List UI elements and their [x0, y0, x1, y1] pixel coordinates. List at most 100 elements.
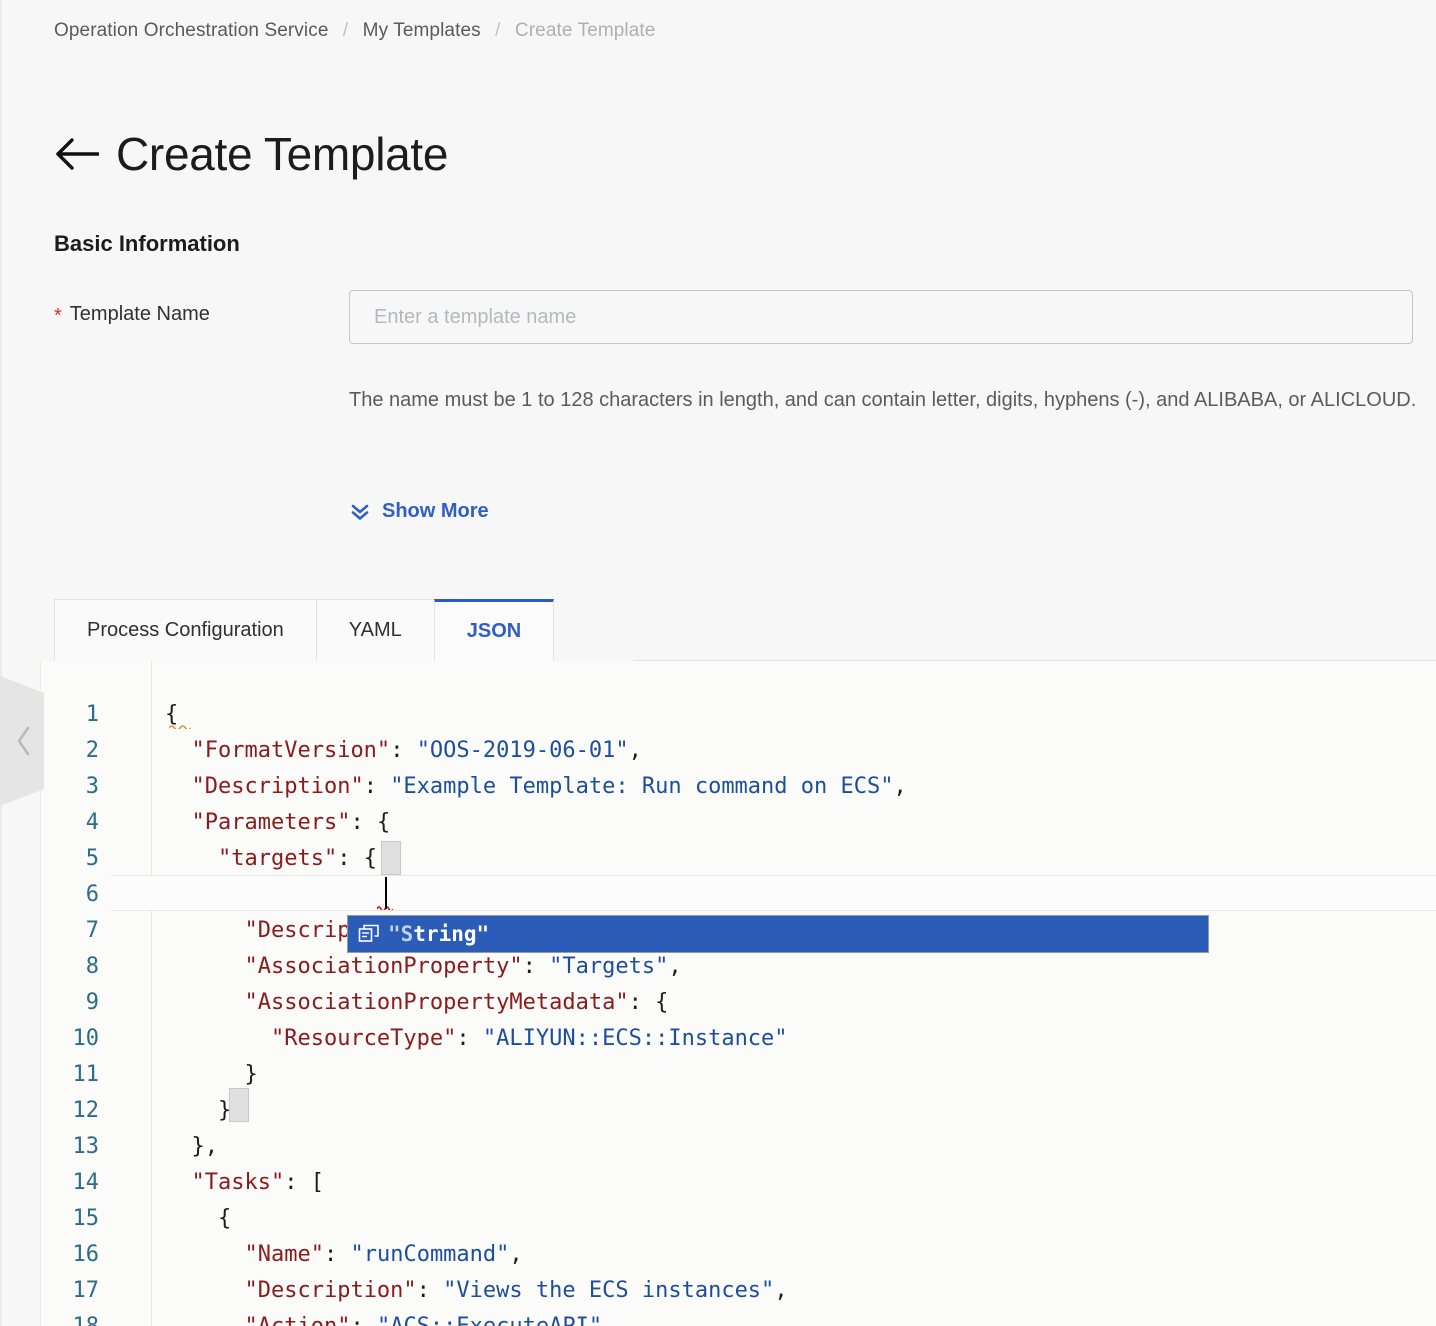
autocomplete-popup[interactable]: "String": [347, 915, 1209, 953]
current-line-highlight: [111, 875, 1436, 911]
code-token: : {: [337, 846, 377, 871]
code-token: "Views the ECS instances": [443, 1278, 775, 1303]
breadcrumb: Operation Orchestration Service / My Tem…: [54, 20, 655, 42]
code-line[interactable]: "FormatVersion": "OOS-2019-06-01",: [165, 733, 642, 769]
code-token: "Description": [244, 1278, 417, 1303]
breadcrumb-separator: /: [495, 20, 501, 41]
code-token: :: [350, 1314, 377, 1326]
breadcrumb-item-create-template: Create Template: [514, 20, 656, 41]
code-token: ,: [628, 738, 642, 763]
code-token: ,: [668, 954, 682, 979]
code-line[interactable]: {: [165, 1201, 231, 1237]
code-token: "Name": [244, 1242, 324, 1267]
code-token: "Tasks": [191, 1170, 285, 1195]
code-token: "Example Template: Run command on ECS": [390, 774, 894, 799]
code-token: "Description": [191, 774, 364, 799]
autocomplete-matched-prefix: "S: [388, 922, 414, 946]
code-line[interactable]: }: [165, 1093, 231, 1129]
tab-yaml[interactable]: YAML: [315, 599, 435, 661]
required-marker: *: [54, 305, 62, 327]
code-token: "ACS::ExecuteAPI": [377, 1314, 602, 1326]
code-line[interactable]: "AssociationPropertyMetadata": {: [165, 985, 668, 1021]
tab-label: YAML: [348, 619, 402, 641]
json-code-editor[interactable]: 123456789101112131415161718 { "FormatVer…: [40, 661, 1436, 1326]
bracket-match-close: [229, 1088, 249, 1122]
code-token: :: [323, 1242, 351, 1267]
code-line[interactable]: "Description": "Example Template: Run co…: [165, 769, 907, 805]
text-caret: [385, 877, 387, 909]
template-name-label-text: Template Name: [69, 303, 210, 325]
template-name-help-text: The name must be 1 to 128 characters in …: [349, 389, 1417, 411]
code-line[interactable]: "ResourceType": "ALIYUN::ECS::Instance": [165, 1021, 788, 1057]
warning-squiggle: [169, 725, 191, 729]
code-token: "ALIYUN::ECS::Instance": [482, 1026, 788, 1051]
page-title: Create Template: [116, 127, 449, 180]
code-token: ,: [509, 1242, 523, 1267]
code-token: "OOS-2019-06-01": [416, 738, 629, 763]
code-token: },: [165, 1134, 218, 1159]
code-line[interactable]: "targets": {: [165, 841, 377, 877]
code-token: ,: [893, 774, 907, 799]
code-token: "Targets": [549, 954, 669, 979]
tab-label: JSON: [466, 620, 522, 642]
page-left-border: [0, 0, 2, 1326]
code-line[interactable]: "AssociationProperty": "Targets",: [165, 949, 682, 985]
tab-label: Process Configuration: [87, 619, 284, 641]
code-token: "AssociationProperty": [244, 954, 523, 979]
code-line[interactable]: "Description": "Views the ECS instances"…: [165, 1273, 788, 1309]
code-token: : [: [284, 1170, 324, 1195]
code-token: "FormatVersion": [191, 738, 391, 763]
code-token: "Action": [244, 1314, 350, 1326]
editor-tab-bar: Process Configuration YAML JSON: [54, 599, 555, 661]
code-token: "ResourceType": [270, 1026, 457, 1051]
code-token: : {: [350, 810, 391, 835]
code-line[interactable]: "Parameters": {: [165, 805, 391, 841]
code-line[interactable]: "Tasks": [: [165, 1165, 324, 1201]
breadcrumb-separator: /: [342, 20, 349, 41]
chevron-left-icon: [9, 724, 35, 758]
code-token: : {: [628, 990, 669, 1015]
code-token: }: [165, 1062, 258, 1087]
code-token: "runCommand": [350, 1242, 510, 1267]
tab-bar-filler: [633, 599, 1436, 661]
code-line[interactable]: "Action": "ACS::ExecuteAPI": [165, 1309, 602, 1326]
side-panel-toggle[interactable]: [0, 676, 44, 806]
code-token: :: [390, 738, 417, 763]
autocomplete-item-label[interactable]: "String": [388, 922, 489, 946]
arrow-left-icon[interactable]: [54, 130, 100, 178]
tab-process-configuration[interactable]: Process Configuration: [54, 599, 317, 661]
code-line[interactable]: "Name": "runCommand",: [165, 1237, 523, 1273]
code-token: ,: [774, 1278, 788, 1303]
code-token: {: [165, 1206, 232, 1231]
code-token: "Parameters": [191, 810, 351, 835]
breadcrumb-item-my-templates[interactable]: My Templates: [363, 20, 481, 41]
section-title-basic-information: Basic Information: [54, 231, 240, 257]
breadcrumb-item-service[interactable]: Operation Orchestration Service: [54, 20, 329, 41]
template-name-input[interactable]: [349, 290, 1413, 344]
snippet-icon: [358, 923, 380, 945]
code-token: "targets": [217, 846, 338, 871]
code-token: "AssociationPropertyMetadata": [244, 990, 629, 1015]
tab-json[interactable]: JSON: [433, 599, 555, 661]
code-token: :: [363, 774, 391, 799]
bracket-match-open: [381, 841, 401, 875]
code-token: :: [416, 1278, 444, 1303]
show-more-button[interactable]: Show More: [349, 500, 489, 523]
code-token: :: [456, 1026, 483, 1051]
editor-code-area[interactable]: { "FormatVersion": "OOS-2019-06-01", "De…: [41, 661, 1436, 1326]
code-token: }: [165, 1098, 232, 1123]
chevron-double-down-icon: [349, 501, 371, 523]
template-name-label: * Template Name: [54, 303, 210, 327]
create-template-page: Operation Orchestration Service / My Tem…: [0, 0, 1436, 1326]
code-line[interactable]: },: [165, 1129, 218, 1165]
